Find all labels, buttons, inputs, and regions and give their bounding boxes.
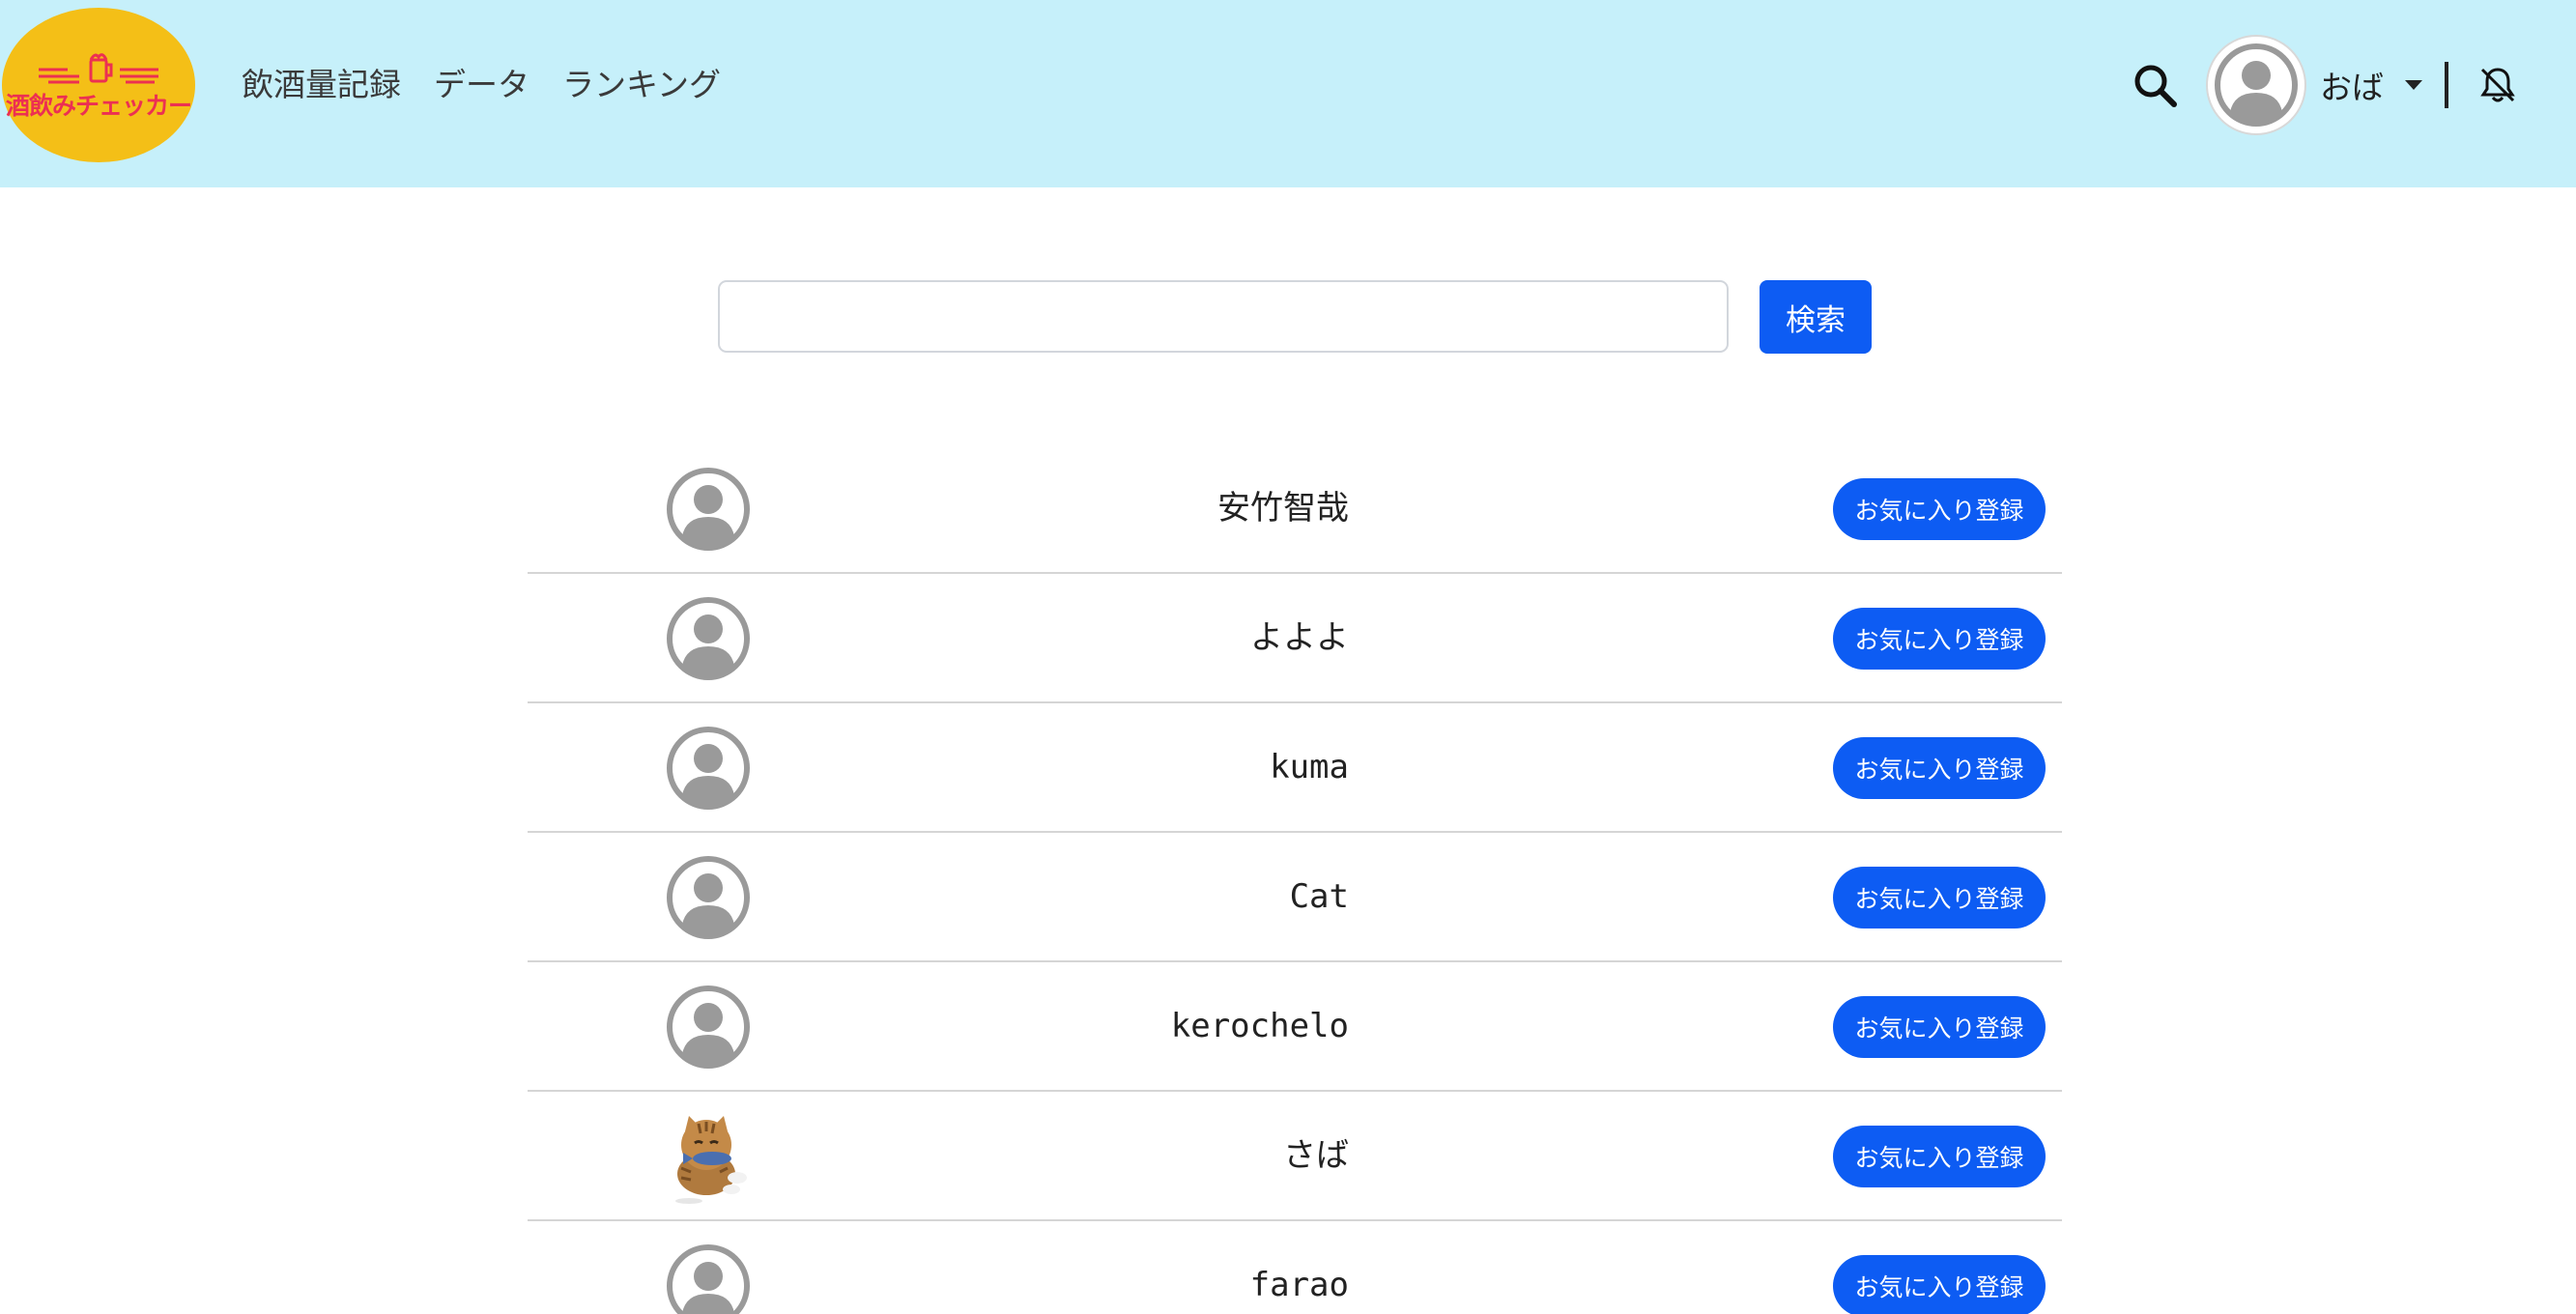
search-button[interactable]: 検索 (1760, 280, 1872, 354)
user-name[interactable]: Cat (1290, 875, 1349, 918)
logo-text: 酒飲みチェッカー (5, 92, 192, 120)
nav-drink-record[interactable]: 飲酒量記録 (242, 62, 401, 108)
user-name[interactable]: さば (1283, 1134, 1349, 1177)
chevron-down-icon[interactable] (2405, 80, 2422, 90)
default-avatar-icon (667, 1244, 750, 1314)
favorite-button[interactable]: お気に入り登録 (1833, 996, 2046, 1058)
user-list: 安竹智哉 お気に入り登録 よよよ お気に入り登録 kuma お気に入り登録 Ca… (528, 444, 2062, 1314)
avatar[interactable] (666, 985, 751, 1070)
avatar[interactable] (666, 855, 751, 940)
list-item: kerochelo お気に入り登録 (528, 962, 2062, 1092)
favorite-button[interactable]: お気に入り登録 (1833, 1126, 2046, 1187)
default-avatar-icon (667, 856, 750, 939)
search-icon[interactable] (2133, 64, 2178, 112)
user-name[interactable]: kuma (1270, 746, 1349, 788)
favorite-button[interactable]: お気に入り登録 (1833, 478, 2046, 540)
list-item: kuma お気に入り登録 (528, 703, 2062, 833)
user-name[interactable]: よよよ (1250, 616, 1349, 659)
search-input[interactable] (718, 280, 1729, 353)
bell-off-icon[interactable] (2478, 66, 2517, 108)
divider (2445, 62, 2448, 108)
avatar[interactable] (666, 596, 751, 681)
nav-ranking[interactable]: ランキング (562, 62, 721, 108)
favorite-button[interactable]: お気に入り登録 (1833, 1255, 2046, 1314)
favorite-button[interactable]: お気に入り登録 (1833, 608, 2046, 670)
user-name[interactable]: おば (2320, 62, 2384, 108)
default-avatar-icon (667, 727, 750, 810)
favorite-button[interactable]: お気に入り登録 (1833, 737, 2046, 799)
user-name[interactable]: farao (1250, 1264, 1349, 1306)
avatar[interactable] (666, 1243, 751, 1314)
avatar[interactable] (666, 467, 751, 552)
favorite-button[interactable]: お気に入り登録 (1833, 867, 2046, 928)
list-item: Cat お気に入り登録 (528, 833, 2062, 962)
nav-data[interactable]: データ (434, 62, 530, 108)
main-nav: 飲酒量記録 データ ランキング (242, 62, 721, 108)
avatar[interactable] (2208, 37, 2304, 133)
top-navbar: 酒飲みチェッカー 飲酒量記録 データ ランキング おば (0, 0, 2576, 187)
user-name[interactable]: kerochelo (1171, 1005, 1349, 1047)
avatar[interactable] (666, 1114, 751, 1204)
avatar[interactable] (666, 726, 751, 811)
default-avatar-icon (667, 597, 750, 680)
user-menu[interactable]: おば (2208, 37, 2422, 133)
list-item: 安竹智哉 お気に入り登録 (528, 444, 2062, 574)
beer-mug-icon (39, 53, 158, 84)
list-item: farao お気に入り登録 (528, 1221, 2062, 1314)
default-avatar-icon (667, 468, 750, 551)
cat-eating-fish-icon (675, 1116, 747, 1204)
user-name[interactable]: 安竹智哉 (1217, 487, 1349, 529)
list-item: さば お気に入り登録 (528, 1092, 2062, 1221)
app-logo[interactable]: 酒飲みチェッカー (2, 8, 195, 162)
list-item: よよよ お気に入り登録 (528, 574, 2062, 703)
default-avatar-icon (2214, 43, 2299, 128)
default-avatar-icon (667, 986, 750, 1069)
